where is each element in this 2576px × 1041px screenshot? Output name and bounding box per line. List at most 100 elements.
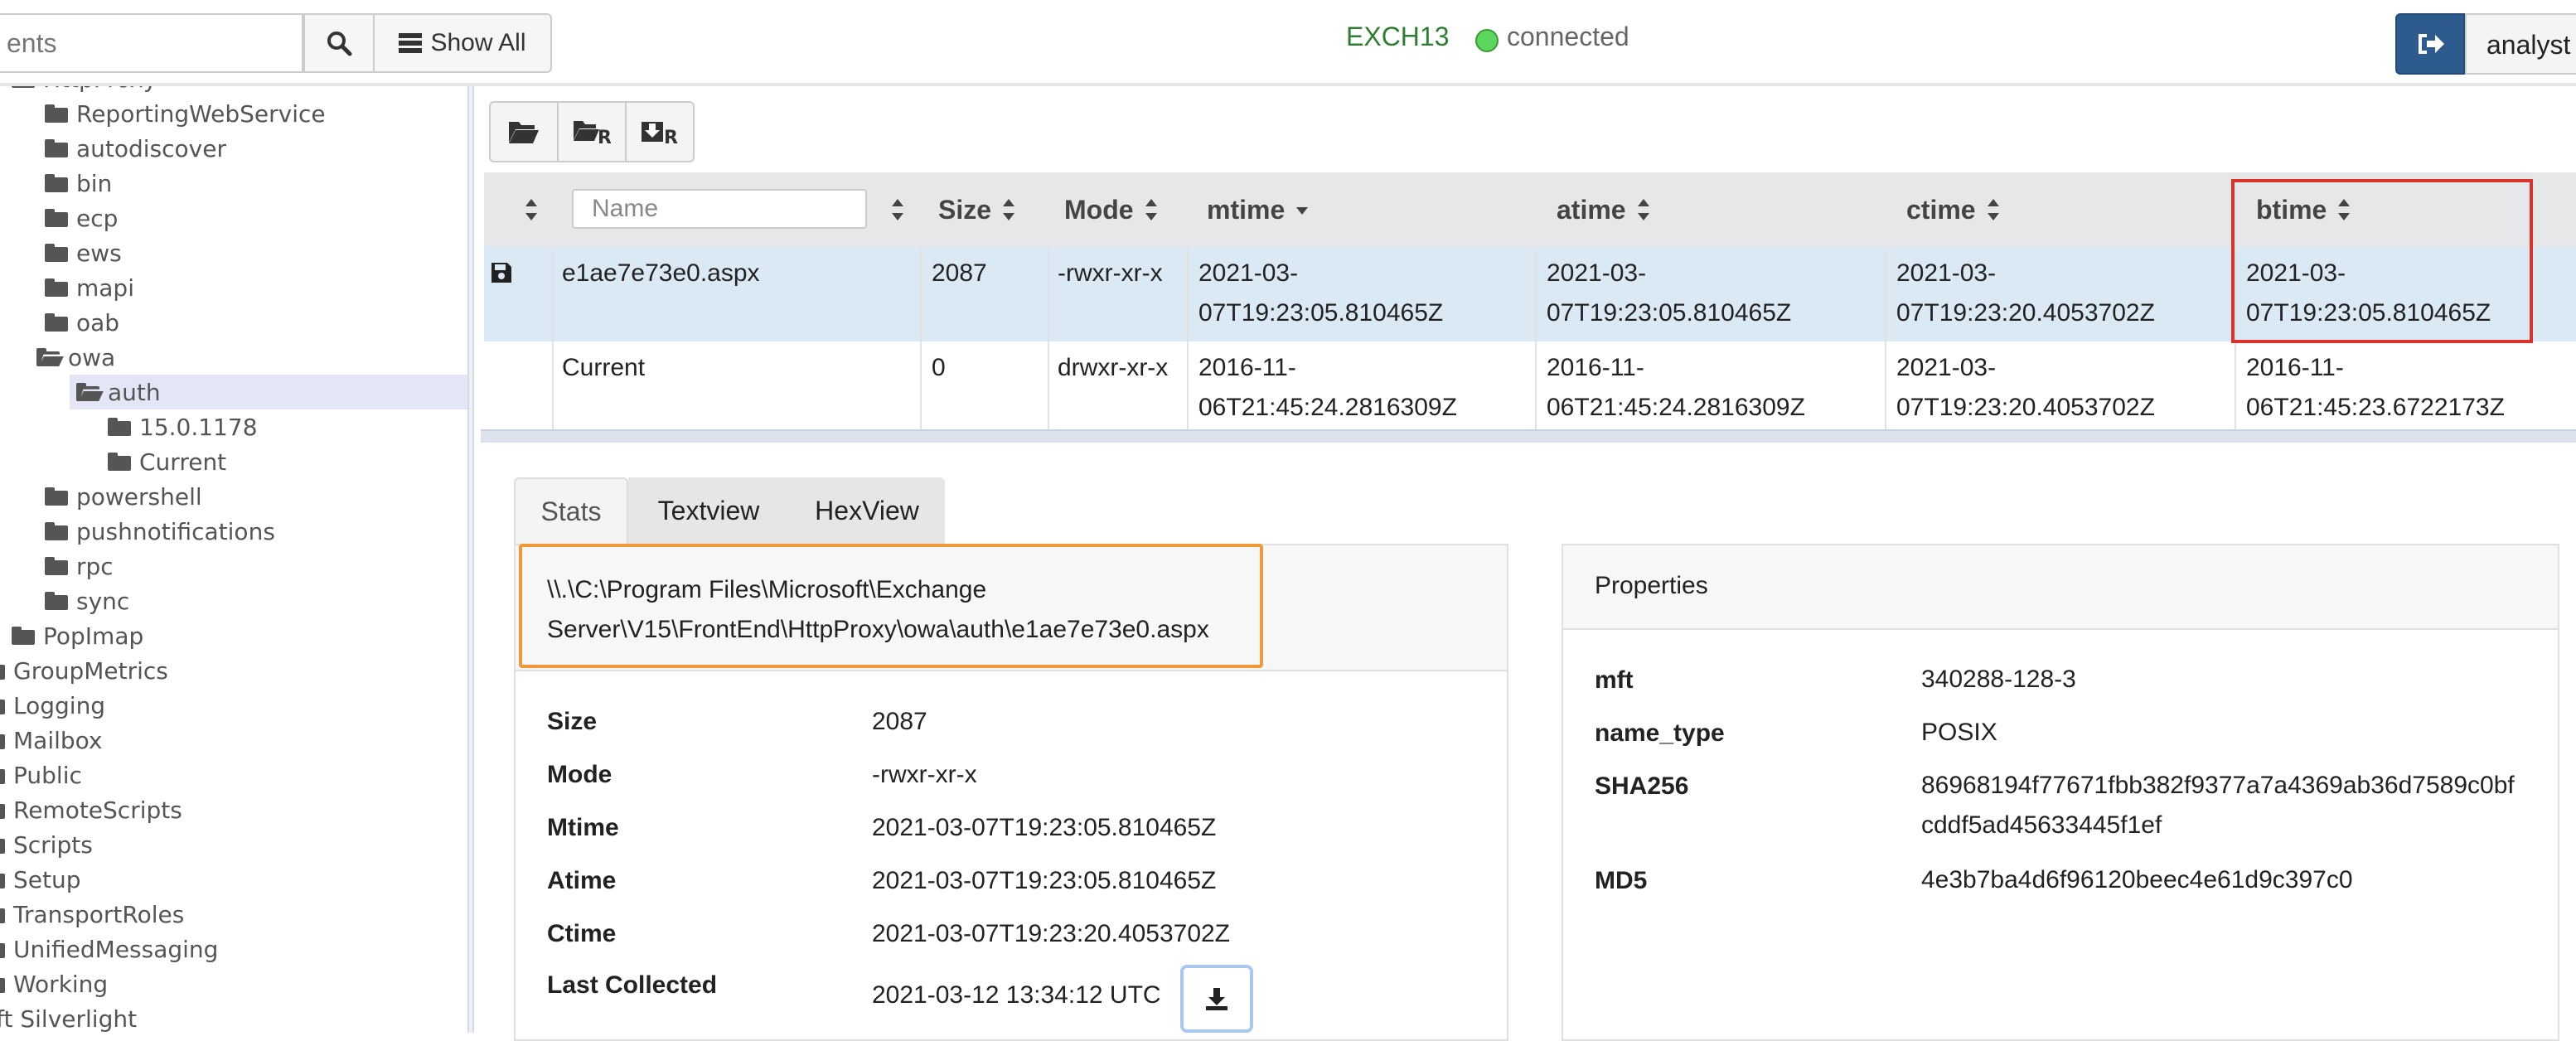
tree-item-ecp[interactable]: ecp: [45, 201, 118, 235]
cell-ctime: 2021-03- 07T19:23:20.4053702Z: [1896, 341, 2155, 428]
stat-label-atime: Atime: [547, 867, 617, 894]
tree-item-mailbox[interactable]: Mailbox: [0, 723, 103, 758]
folder-open-icon: [36, 348, 64, 366]
tree-item-sync[interactable]: sync: [45, 583, 129, 618]
user-menu[interactable]: analyst: [2465, 13, 2576, 75]
sort-icon: [892, 199, 903, 220]
folder-icon: [45, 244, 68, 262]
sidebar-splitter[interactable]: [467, 86, 474, 1033]
tree-item-unifiedmessaging[interactable]: UnifiedMessaging: [0, 932, 218, 966]
tree-item-scripts[interactable]: Scripts: [0, 827, 93, 862]
cell-btime-date: 2016-11-: [2246, 354, 2344, 381]
tree-item-bin[interactable]: bin: [45, 166, 112, 201]
search-button[interactable]: [303, 13, 375, 73]
sort-desc-icon: [1296, 207, 1309, 217]
tree-item-pushnotifications[interactable]: pushnotifications: [45, 514, 275, 549]
select-column-sort[interactable]: [514, 172, 537, 247]
folder-icon: [45, 174, 68, 192]
cell-btime-time: 06T21:45:23.6722173Z: [2246, 394, 2505, 421]
folder-icon: [45, 313, 68, 332]
ctime-column-header[interactable]: ctime: [1906, 172, 1999, 247]
column-divider: [1535, 247, 1537, 431]
tree-item-label: ews: [76, 239, 122, 267]
tab-textview[interactable]: Textview: [628, 477, 789, 544]
download-icon: [1206, 988, 1227, 1010]
folder-open-icon: [12, 86, 39, 88]
prop-label-mft: mft: [1595, 666, 1634, 694]
refresh-folder-button[interactable]: R: [557, 101, 627, 162]
tree-item-current[interactable]: Current: [108, 444, 226, 479]
tree-item-reportingwebservice[interactable]: ReportingWebService: [45, 96, 326, 131]
stat-label-mode: Mode: [547, 761, 613, 788]
tree-item-oft-silverlight[interactable]: oft Silverlight: [0, 1001, 137, 1033]
cell-ctime-date: 2021-03-: [1896, 354, 1997, 381]
tab-hexview[interactable]: HexView: [789, 477, 945, 544]
cell-ctime-date: 2021-03-: [1896, 259, 1997, 287]
name-filter-input[interactable]: [572, 189, 867, 229]
tree-item-setup[interactable]: Setup: [0, 862, 81, 897]
mode-column-header[interactable]: Mode: [1064, 172, 1157, 247]
tree-item-label: Scripts: [13, 830, 93, 859]
cell-mtime-time: 06T21:45:24.2816309Z: [1198, 394, 1457, 421]
folder-flap: [79, 391, 104, 401]
tree-item-owa[interactable]: owa: [36, 340, 115, 375]
tree-item-powershell[interactable]: powershell: [45, 479, 202, 514]
tree-item-popimap[interactable]: PopImap: [12, 618, 143, 653]
folder-icon: [108, 418, 131, 436]
tree-item-label: mapi: [76, 274, 134, 302]
cell-mtime-date: 2016-11-: [1198, 354, 1296, 381]
tree-item-public[interactable]: Public: [0, 758, 82, 792]
mtime-column-header[interactable]: mtime: [1207, 172, 1309, 247]
column-divider: [1187, 247, 1189, 431]
folder-icon: [0, 940, 5, 958]
tree-item-rpc[interactable]: rpc: [45, 549, 114, 583]
tree-item-httpproxy[interactable]: HttpProxy: [12, 86, 157, 96]
tree-item-auth[interactable]: auth: [70, 375, 469, 409]
tree-item-autodiscover[interactable]: autodiscover: [45, 131, 226, 166]
tree-item-remotescripts[interactable]: RemoteScripts: [0, 792, 182, 827]
tree-item-15-0-1178[interactable]: 15.0.1178: [108, 409, 258, 444]
logout-button[interactable]: [2395, 13, 2465, 75]
folder-icon: [45, 557, 68, 575]
size-column-header[interactable]: Size: [938, 172, 1015, 247]
table-resize-handle[interactable]: [481, 429, 2576, 443]
tree-item-groupmetrics[interactable]: GroupMetrics: [0, 653, 168, 688]
tree-item-oab[interactable]: oab: [45, 305, 119, 340]
tree-item-label: GroupMetrics: [13, 656, 168, 685]
stat-label-mtime: Mtime: [547, 814, 619, 841]
recursive-download-button[interactable]: R: [625, 101, 695, 162]
tree-item-transportroles[interactable]: TransportRoles: [0, 897, 184, 932]
tree-item-label: Public: [13, 761, 82, 789]
save-icon[interactable]: [491, 262, 512, 283]
sort-icon: [1145, 199, 1157, 220]
search-input[interactable]: [0, 13, 303, 73]
stat-label-size: Size: [547, 708, 598, 735]
tree-item-working[interactable]: Working: [0, 966, 108, 1001]
table-row[interactable]: Current 0 drwxr-xr-x 2016-11- 06T21:45:24…: [484, 341, 2576, 433]
folder-icon: [45, 139, 68, 157]
stat-value-size: 2087: [872, 708, 927, 735]
folder-icon: [45, 592, 68, 610]
cell-mode: -rwxr-xr-x: [1058, 259, 1163, 287]
column-label: ctime: [1906, 194, 1976, 225]
open-folder-button[interactable]: [489, 101, 559, 162]
cell-atime-time: 06T21:45:24.2816309Z: [1547, 394, 1805, 421]
folder-icon: [0, 766, 5, 784]
tree-item-label: HttpProxy: [43, 86, 157, 93]
stat-value-last-collected: 2021-03-12 13:34:12 UTC: [872, 981, 1161, 1009]
tree-item-label: ecp: [76, 204, 119, 232]
tree-item-mapi[interactable]: mapi: [45, 270, 134, 305]
folder-icon: [0, 801, 5, 819]
tree-item-ews[interactable]: ews: [45, 235, 122, 270]
folder-flap: [14, 86, 39, 88]
atime-column-header[interactable]: atime: [1557, 172, 1649, 247]
show-all-button[interactable]: Show All: [373, 13, 552, 73]
name-column-sort[interactable]: [880, 172, 903, 247]
column-label: mtime: [1207, 194, 1286, 225]
tab-stats[interactable]: Stats: [514, 477, 628, 544]
stat-label-last-collected: Last Collected: [547, 971, 718, 999]
download-button[interactable]: [1180, 965, 1253, 1033]
tree-item-logging[interactable]: Logging: [0, 688, 105, 723]
properties-title: Properties: [1595, 572, 1708, 599]
prop-value-mft: 340288-128-3: [1921, 666, 2076, 693]
